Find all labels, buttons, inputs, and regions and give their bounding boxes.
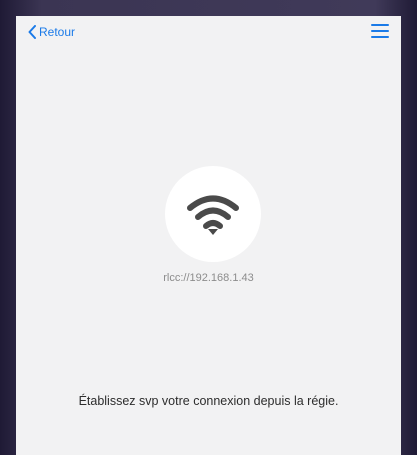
menu-button[interactable] bbox=[371, 23, 389, 39]
chevron-left-icon bbox=[28, 25, 36, 39]
app-screen: Retour rlcc://192.168.1.43 Établissez sv… bbox=[16, 16, 401, 455]
back-button[interactable]: Retour bbox=[28, 22, 75, 42]
connection-address: rlcc://192.168.1.43 bbox=[163, 272, 254, 284]
navigation-bar: Retour bbox=[16, 16, 401, 50]
back-label: Retour bbox=[39, 25, 76, 39]
device-frame: Retour rlcc://192.168.1.43 Établissez sv… bbox=[0, 0, 417, 455]
wifi-icon bbox=[186, 191, 240, 237]
connection-status-circle bbox=[165, 166, 261, 262]
connection-instruction: Établissez svp votre connexion depuis la… bbox=[78, 394, 339, 408]
hamburger-menu-icon bbox=[371, 23, 389, 39]
